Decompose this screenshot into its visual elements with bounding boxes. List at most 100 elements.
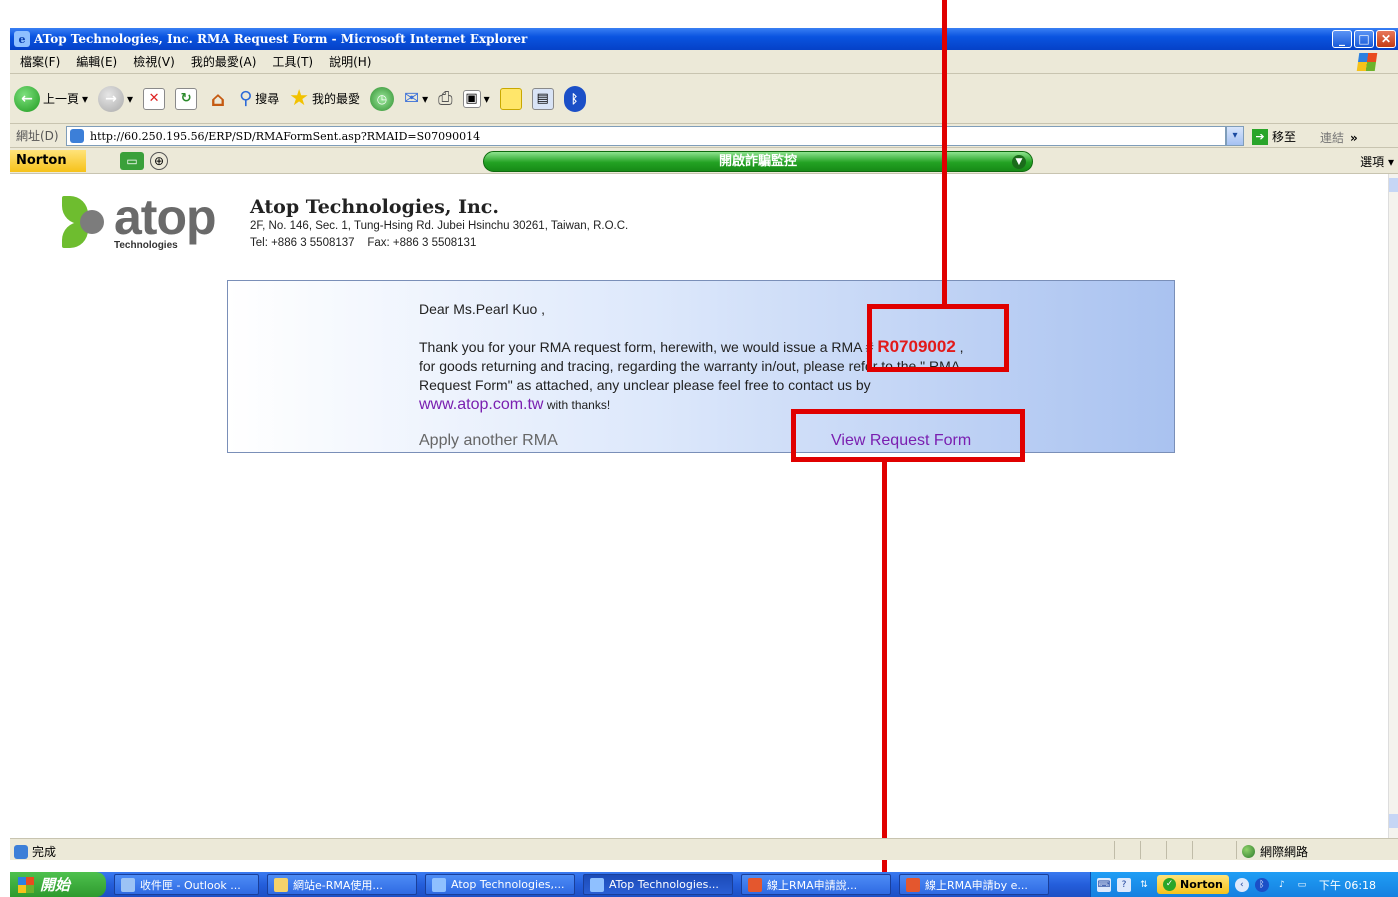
monitor-icon[interactable]: ▭	[120, 152, 144, 170]
status-bar: 完成 網際網路	[10, 838, 1398, 860]
address-input[interactable]: http://60.250.195.56/ERP/SD/RMAFormSent.…	[66, 126, 1226, 146]
globe-icon	[1242, 845, 1255, 858]
system-tray: ⌨ ? ⇅ ✓ Norton ‹ ᛒ ♪ ▭ 下午 06:18	[1090, 872, 1398, 897]
start-button[interactable]: 開始	[10, 872, 106, 897]
greeting: Dear Ms.Pearl Kuo ,	[419, 301, 546, 317]
forward-arrow-icon: →	[98, 85, 125, 112]
bluetooth-icon[interactable]: ᛒ	[1254, 877, 1269, 892]
task-label: 線上RMA申請說...	[767, 878, 858, 892]
links-button[interactable]: 連結 »	[1320, 129, 1358, 146]
fraud-monitor-button[interactable]: 開啟詐騙監控 ▼	[483, 151, 1033, 172]
address-dropdown-icon[interactable]: ▾	[1226, 126, 1244, 146]
chevron-down-icon: ▼	[1012, 155, 1026, 169]
research-button[interactable]: ▤	[531, 87, 554, 110]
norton-logo[interactable]: Norton	[10, 150, 86, 172]
atop-logo-mark	[62, 196, 104, 248]
menu-favorites[interactable]: 我的最愛(A)	[191, 53, 257, 70]
network-icon[interactable]: ⇅	[1137, 878, 1151, 892]
bluetooth-button[interactable]: ᛒ	[563, 85, 586, 112]
history-button[interactable]: ◷	[370, 86, 395, 111]
task-ie-2[interactable]: ATop Technologies...	[583, 874, 733, 895]
globe-icon[interactable]: ⊕	[150, 152, 168, 170]
address-label: 網址(D)	[16, 129, 59, 143]
task-folder[interactable]: 網站e-RMA使用...	[267, 874, 417, 895]
check-icon: ✓	[1163, 878, 1176, 891]
ie-page-icon	[70, 129, 84, 143]
folder-icon	[274, 877, 288, 892]
confirmation-panel: Dear Ms.Pearl Kuo , Thank you for your R…	[227, 280, 1175, 453]
mail-button[interactable]: ✉ ▾	[404, 88, 428, 109]
close-button[interactable]: ✕	[1376, 30, 1396, 48]
security-zone: 網際網路	[1242, 843, 1308, 860]
chevron-down-icon: ▾	[422, 91, 429, 106]
website-link[interactable]: www.atop.com.tw	[419, 396, 543, 413]
go-button[interactable]: ➔ 移至	[1252, 128, 1296, 145]
notes-button[interactable]	[499, 87, 522, 110]
mail-icon: ✉	[404, 88, 420, 109]
back-label: 上一頁	[43, 92, 80, 106]
ie-icon	[590, 877, 604, 892]
menu-help[interactable]: 說明(H)	[329, 53, 371, 70]
scroll-up-icon[interactable]	[1389, 178, 1398, 192]
edit-icon: ▣	[462, 89, 481, 108]
forward-button[interactable]: → ▾	[98, 85, 134, 112]
menu-edit[interactable]: 編輯(E)	[76, 53, 117, 70]
task-ppt-2[interactable]: 線上RMA申請by e...	[899, 874, 1049, 895]
minimize-button[interactable]: _	[1332, 30, 1352, 48]
stop-button[interactable]: ✕	[143, 87, 166, 110]
back-arrow-icon: ←	[14, 85, 40, 112]
annotation-line-bottom	[882, 460, 887, 897]
speaker-icon[interactable]: ♪	[1275, 878, 1289, 892]
clock[interactable]: 下午 06:18	[1319, 877, 1376, 893]
task-label: Atop Technologies,...	[451, 878, 565, 891]
research-icon: ▤	[531, 87, 554, 110]
print-button[interactable]: ⎙	[438, 88, 452, 109]
search-button[interactable]: ⚲ 搜尋	[239, 88, 279, 109]
star-icon: ★	[289, 86, 310, 111]
address-url: http://60.250.195.56/ERP/SD/RMAFormSent.…	[90, 129, 481, 143]
powerpoint-icon	[748, 877, 762, 892]
refresh-button[interactable]: ↻	[175, 87, 198, 110]
task-outlook[interactable]: 收件匣 - Outlook ...	[114, 874, 259, 895]
go-label: 移至	[1272, 130, 1297, 144]
favorites-label: 我的最愛	[312, 92, 361, 106]
menu-tools[interactable]: 工具(T)	[272, 53, 313, 70]
printer-icon: ⎙	[438, 88, 453, 109]
scroll-down-icon[interactable]	[1389, 814, 1398, 828]
norton-options-button[interactable]: 選項 ▾	[1360, 153, 1394, 170]
atop-logo-sub: Technologies	[114, 240, 178, 251]
favorites-button[interactable]: ★ 我的最愛	[289, 86, 360, 111]
chevron-left-icon[interactable]: ‹	[1234, 877, 1249, 892]
annotation-box-rma-number	[867, 304, 1009, 372]
company-name: Atop Technologies, Inc.	[250, 196, 499, 218]
vertical-scrollbar[interactable]	[1388, 174, 1398, 838]
help-icon[interactable]: ?	[1117, 877, 1131, 892]
message-line3: Request Form" as attached, any unclear p…	[419, 377, 871, 393]
search-label: 搜尋	[255, 92, 280, 106]
note-icon	[499, 87, 522, 110]
standard-toolbar: ← 上一頁 ▾ → ▾ ✕ ↻ ⌂ ⚲ 搜尋 ★ 我的最愛 ◷ ✉ ▾ ⎙ ▣ …	[10, 74, 1398, 124]
tray-norton-button[interactable]: ✓ Norton	[1157, 875, 1229, 894]
history-icon: ◷	[370, 86, 395, 111]
message-line1: Thank you for your RMA request form, her…	[419, 339, 878, 355]
task-label: 收件匣 - Outlook ...	[140, 878, 241, 892]
back-button[interactable]: ← 上一頁 ▾	[14, 85, 88, 112]
task-ppt-1[interactable]: 線上RMA申請說...	[741, 874, 891, 895]
home-button[interactable]: ⌂	[207, 87, 229, 111]
ie-icon	[432, 877, 446, 892]
keyboard-icon[interactable]: ⌨	[1097, 877, 1111, 892]
norton-toolbar: Norton ▭ ⊕ 開啟詐騙監控 ▼ 選項 ▾	[10, 148, 1398, 174]
menu-view[interactable]: 檢視(V)	[133, 53, 175, 70]
apply-another-rma-link[interactable]: Apply another RMA	[419, 432, 558, 450]
menu-bar: 檔案(F) 編輯(E) 檢視(V) 我的最愛(A) 工具(T) 說明(H)	[10, 50, 1398, 74]
page-content: atop Technologies Atop Technologies, Inc…	[10, 174, 1388, 838]
window-title-bar[interactable]: e ATop Technologies, Inc. RMA Request Fo…	[10, 28, 1398, 50]
go-arrow-icon: ➔	[1252, 128, 1268, 145]
stop-icon: ✕	[143, 87, 166, 110]
chevron-down-icon: ▾	[127, 91, 134, 106]
display-icon[interactable]: ▭	[1295, 878, 1309, 892]
edit-button[interactable]: ▣ ▾	[462, 89, 490, 108]
maximize-button[interactable]: □	[1354, 30, 1374, 48]
task-ie-1[interactable]: Atop Technologies,...	[425, 874, 575, 895]
menu-file[interactable]: 檔案(F)	[20, 53, 60, 70]
